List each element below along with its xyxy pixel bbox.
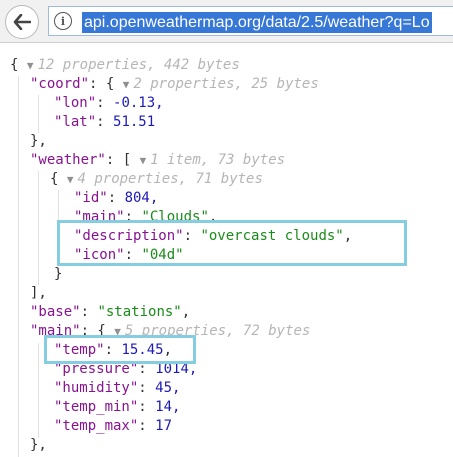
back-button[interactable]: [5, 5, 39, 39]
key-lon: "lon": [54, 95, 97, 111]
json-line-weather: "weather": [ ▼ 1 item, 73 bytes: [30, 152, 286, 168]
collapse-toggle[interactable]: ▼ 2 properties, 25 bytes: [123, 76, 319, 92]
highlight-box-description-icon: [57, 220, 407, 266]
json-line-temp-min: "temp_min": 14,: [54, 399, 181, 415]
value-base: "stations": [97, 304, 182, 320]
collapse-triangle-icon: ▼: [66, 173, 74, 186]
indent-guide: [18, 76, 19, 457]
json-line-lon: "lon": -0.13,: [54, 95, 164, 111]
json-line-temp-max: "temp_max": 17: [54, 418, 173, 434]
info-icon[interactable]: i: [54, 12, 72, 30]
collapse-toggle[interactable]: ▼ 1 item, 73 bytes: [140, 152, 285, 168]
weather-summary: 1 item, 73 bytes: [150, 152, 286, 168]
brace-open: {: [10, 57, 19, 73]
value-lon: -0.13,: [113, 95, 164, 111]
json-line-coord-close: },: [30, 132, 47, 151]
value-id: 804,: [124, 190, 159, 206]
collapse-triangle-icon: ▼: [26, 59, 34, 72]
brace-close: },: [30, 437, 47, 453]
json-line-base: "base": "stations",: [30, 304, 191, 320]
value-temp-max: 17: [155, 418, 173, 434]
collapse-triangle-icon: ▼: [122, 78, 130, 91]
browser-toolbar: i api.openweathermap.org/data/2.5/weathe…: [0, 0, 453, 43]
key-weather: "weather": [30, 152, 106, 168]
key-humidity: "humidity": [54, 380, 139, 396]
json-line-coord: "coord": { ▼ 2 properties, 25 bytes: [30, 76, 319, 92]
collapse-toggle[interactable]: ▼ 12 properties, 442 bytes: [27, 57, 240, 73]
indent-guide: [38, 95, 39, 133]
key-temp-max: "temp_max": [54, 418, 139, 434]
highlight-box-temp: [44, 335, 196, 364]
json-line-item-close: }: [54, 265, 62, 284]
value-lat: 51.51: [113, 114, 156, 130]
root-summary: 12 properties, 442 bytes: [37, 57, 240, 73]
json-root-open: { ▼ 12 properties, 442 bytes: [10, 56, 240, 75]
json-line-id: "id": 804,: [74, 190, 159, 206]
coord-summary: 2 properties, 25 bytes: [133, 76, 319, 92]
collapse-triangle-icon: ▼: [139, 154, 147, 167]
key-id: "id": [74, 190, 108, 206]
key-lat: "lat": [54, 114, 97, 130]
bracket-close: ],: [30, 285, 47, 301]
indent-guide: [38, 171, 39, 285]
value-humidity: 45,: [155, 380, 181, 396]
indent-guide: [38, 343, 39, 438]
key-temp-min: "temp_min": [54, 399, 139, 415]
json-line-lat: "lat": 51.51: [54, 114, 156, 130]
brace-close: }: [54, 266, 63, 282]
key-base: "base": [30, 304, 81, 320]
collapse-toggle[interactable]: ▼ 4 properties, 71 bytes: [67, 171, 263, 187]
weather-item-summary: 4 properties, 71 bytes: [77, 171, 263, 187]
url-text[interactable]: api.openweathermap.org/data/2.5/weather?…: [82, 12, 432, 33]
back-arrow-icon: [13, 14, 31, 30]
json-line-humidity: "humidity": 45,: [54, 380, 181, 396]
json-line-main-close: },: [30, 436, 47, 455]
brace-close: },: [30, 133, 47, 149]
json-line-weather-item: { ▼ 4 properties, 71 bytes: [50, 171, 263, 187]
json-line-weather-close: ],: [30, 284, 47, 303]
key-coord: "coord": [30, 76, 90, 92]
address-bar[interactable]: i api.openweathermap.org/data/2.5/weathe…: [48, 6, 453, 36]
value-temp-min: 14,: [155, 399, 181, 415]
